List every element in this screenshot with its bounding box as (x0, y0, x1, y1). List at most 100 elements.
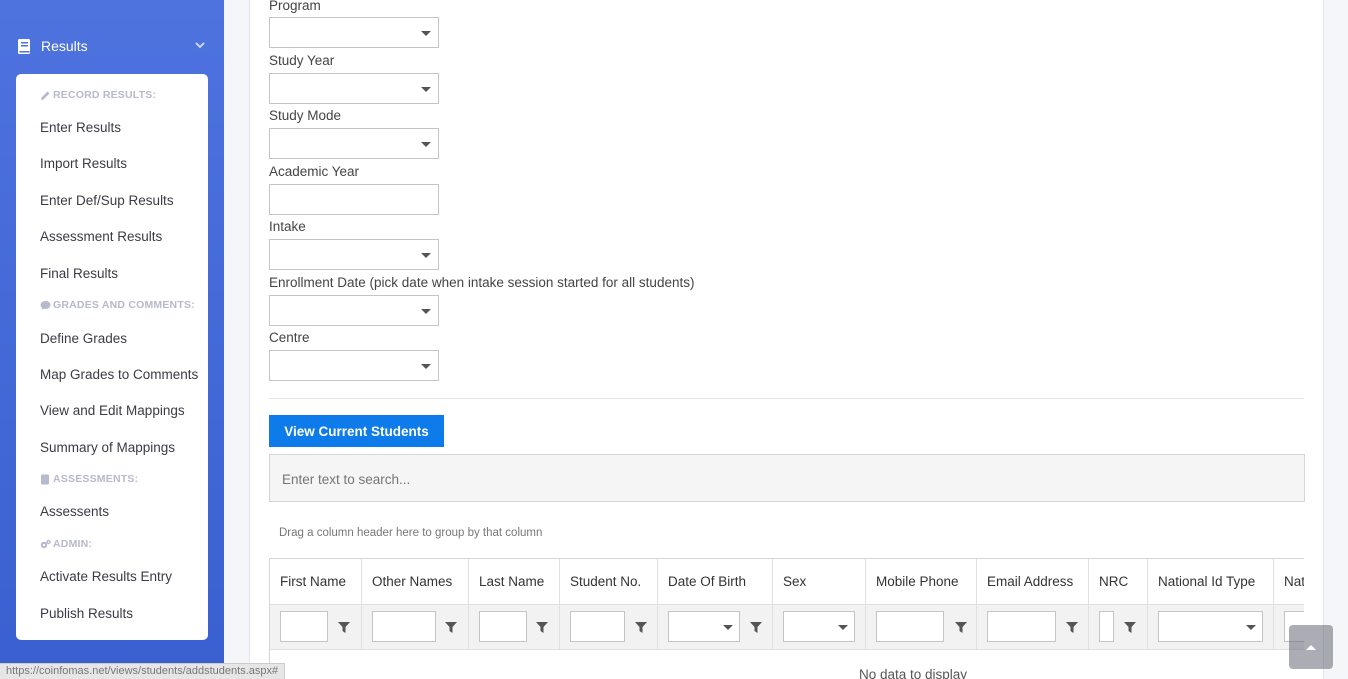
enrollment-date-label: Enrollment Date (pick date when intake s… (269, 275, 695, 290)
academic-year-input[interactable] (269, 184, 439, 215)
caret-down-icon (723, 625, 733, 630)
divider (269, 398, 1304, 399)
study-mode-label: Study Mode (269, 108, 342, 123)
filter-icon[interactable] (445, 622, 457, 633)
caret-down-icon (421, 253, 431, 258)
sidebar-item-publish-results[interactable]: Publish Results (40, 606, 133, 621)
sidebar-section-label: Results (41, 38, 88, 54)
view-current-students-button[interactable]: View Current Students (269, 415, 444, 447)
program-label: Program (269, 0, 321, 13)
submenu-header-assessments: ASSESSMENTS: (40, 473, 138, 485)
filter-input-last-name[interactable] (479, 611, 527, 642)
filter-cell (658, 605, 773, 650)
sidebar-item-assessents[interactable]: Assessents (40, 504, 109, 519)
filter-cell (773, 605, 866, 650)
filter-icon[interactable] (750, 622, 762, 633)
grid-search-input[interactable] (282, 469, 1182, 489)
filter-input-nrc[interactable] (1099, 611, 1114, 642)
book-icon (18, 38, 30, 54)
column-header-date-of-birth[interactable]: Date Of Birth (658, 559, 773, 605)
book-icon (41, 474, 49, 484)
sidebar-item-define-grades[interactable]: Define Grades (40, 331, 127, 346)
filter-cell (362, 605, 469, 650)
caret-down-icon (838, 625, 848, 630)
centre-label: Centre (269, 330, 310, 345)
filter-icon[interactable] (1124, 622, 1136, 633)
column-header-student-no[interactable]: Student No. (560, 559, 658, 605)
filter-input-date-of-birth[interactable] (668, 611, 740, 642)
caret-down-icon (421, 364, 431, 369)
caret-down-icon (421, 87, 431, 92)
filter-input-email-address[interactable] (987, 611, 1056, 642)
filter-cell (866, 605, 977, 650)
caret-down-icon (421, 309, 431, 314)
caret-down-icon (1246, 625, 1256, 630)
column-header-sex[interactable]: Sex (773, 559, 866, 605)
enrollment-date-picker[interactable] (269, 295, 439, 326)
scroll-to-top-button[interactable] (1289, 625, 1333, 669)
chevron-down-icon (195, 42, 205, 49)
column-header-other-names[interactable]: Other Names (362, 559, 469, 605)
sidebar-item-activate-results-entry[interactable]: Activate Results Entry (40, 569, 172, 584)
program-select[interactable] (269, 17, 439, 48)
centre-select[interactable] (269, 350, 439, 381)
submenu-header-grades-comments: GRADES AND COMMENTS: (40, 299, 195, 311)
sidebar-item-final-results[interactable]: Final Results (40, 266, 118, 281)
column-header-last-name[interactable]: Last Name (469, 559, 560, 605)
filter-cell (469, 605, 560, 650)
filter-input-national-id-type[interactable] (1158, 611, 1263, 642)
column-header-nrc[interactable]: NRC (1089, 559, 1148, 605)
results-submenu: RECORD RESULTS: Enter Results Import Res… (16, 74, 208, 640)
status-bar-url: https://coinfomas.net/views/students/add… (0, 663, 286, 679)
filter-cell (1089, 605, 1148, 650)
filter-cell (977, 605, 1089, 650)
comment-icon (40, 300, 51, 310)
students-grid: First Name Other Names Last Name Student… (269, 558, 1304, 679)
filter-input-student-no[interactable] (570, 611, 625, 642)
column-header-nationality[interactable]: Nati (1274, 559, 1304, 605)
submenu-header-record-results: RECORD RESULTS: (40, 89, 156, 101)
caret-down-icon (421, 31, 431, 36)
sidebar-item-import-results[interactable]: Import Results (40, 156, 127, 171)
column-header-mobile-phone[interactable]: Mobile Phone (866, 559, 977, 605)
grid-search-panel (269, 454, 1305, 502)
chevron-up-icon (1306, 645, 1316, 650)
grid-header-row: First Name Other Names Last Name Student… (270, 559, 1304, 605)
sidebar-section-results[interactable]: Results (0, 26, 224, 66)
study-year-select[interactable] (269, 73, 439, 104)
column-header-first-name[interactable]: First Name (270, 559, 362, 605)
filter-input-mobile-phone[interactable] (876, 611, 944, 642)
column-header-email-address[interactable]: Email Address (977, 559, 1089, 605)
column-header-national-id-type[interactable]: National Id Type (1148, 559, 1274, 605)
page-gutter (1324, 0, 1348, 679)
filter-cell (560, 605, 658, 650)
academic-year-label: Academic Year (269, 164, 360, 179)
filter-input-first-name[interactable] (280, 611, 328, 642)
sidebar-item-map-grades[interactable]: Map Grades to Comments (40, 367, 198, 382)
filter-icon[interactable] (955, 622, 967, 633)
sidebar-item-assessment-results[interactable]: Assessment Results (40, 229, 162, 244)
grid-filter-row (270, 605, 1304, 650)
grid-empty-message: No data to display (858, 667, 968, 679)
filter-icon[interactable] (338, 622, 350, 633)
caret-down-icon (421, 142, 431, 147)
sidebar: Results RECORD RESULTS: Enter Results Im… (0, 0, 224, 679)
filter-cell (270, 605, 362, 650)
filter-cell (1148, 605, 1274, 650)
filter-input-sex[interactable] (783, 611, 855, 642)
intake-select[interactable] (269, 239, 439, 270)
filter-input-other-names[interactable] (372, 611, 436, 642)
filter-icon[interactable] (635, 622, 647, 633)
sidebar-item-view-edit-mappings[interactable]: View and Edit Mappings (40, 403, 185, 418)
sidebar-item-enter-results[interactable]: Enter Results (40, 120, 121, 135)
study-mode-select[interactable] (269, 128, 439, 159)
sidebar-item-enter-def-sup-results[interactable]: Enter Def/Sup Results (40, 193, 174, 208)
pencil-icon (41, 91, 50, 100)
filter-icon[interactable] (1066, 622, 1078, 633)
filter-icon[interactable] (536, 622, 548, 633)
sidebar-item-summary-mappings[interactable]: Summary of Mappings (40, 440, 175, 455)
submenu-header-admin: ADMIN: (40, 538, 92, 550)
group-panel[interactable]: Drag a column header here to group by th… (279, 527, 542, 539)
intake-label: Intake (269, 219, 306, 234)
gears-icon (40, 539, 51, 548)
